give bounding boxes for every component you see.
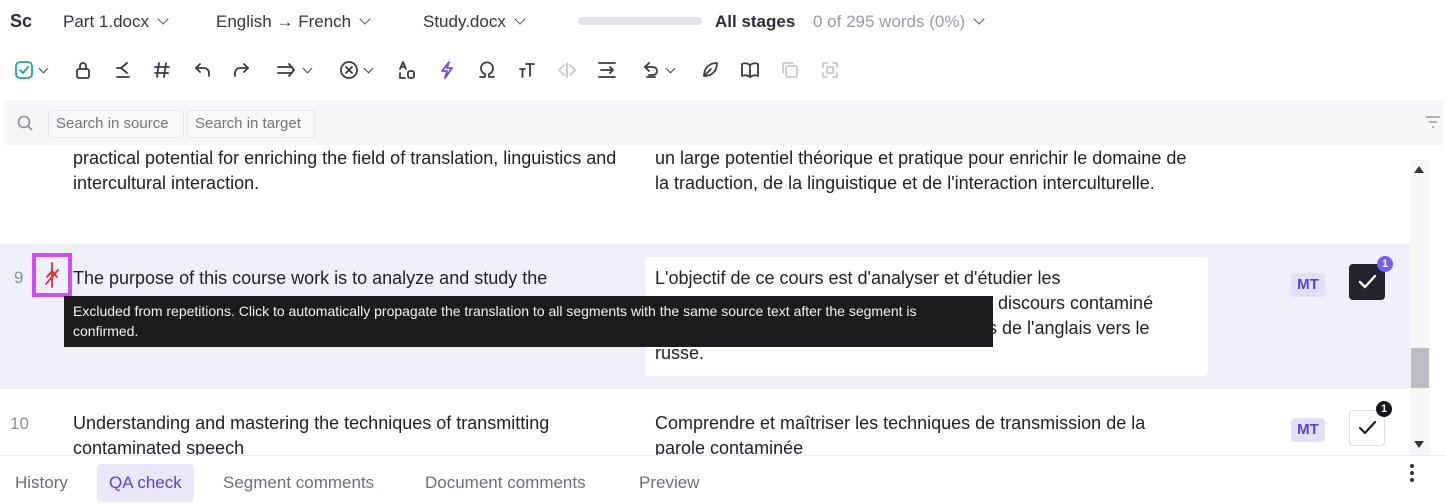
- text-format-icon: [519, 63, 535, 78]
- confirm-button[interactable]: [10, 56, 50, 84]
- mt-badge: MT: [1291, 418, 1325, 442]
- clear-icon: [339, 61, 358, 79]
- confirm-icon: [14, 61, 33, 79]
- mt-badge: MT: [1291, 273, 1325, 297]
- copy-button[interactable]: [779, 56, 801, 84]
- tab-document-comments[interactable]: Document comments: [413, 464, 598, 502]
- scrollbar[interactable]: [1410, 160, 1430, 455]
- revert-icon: [643, 62, 658, 78]
- navigate-next-icon: [276, 63, 295, 77]
- comment-count-badge: 1: [1377, 256, 1393, 272]
- scroll-up-arrow-icon[interactable]: [1414, 166, 1424, 173]
- tags-button[interactable]: [151, 56, 173, 84]
- tab-history[interactable]: History: [3, 464, 80, 502]
- stages-label[interactable]: All stages: [715, 10, 795, 34]
- segment-number: 9: [14, 268, 24, 287]
- navigate-next-button[interactable]: [272, 56, 314, 84]
- code-tags-icon: [558, 62, 576, 78]
- spellcheck-icon: [703, 62, 718, 77]
- scrollbar-thumb[interactable]: [1411, 348, 1429, 388]
- segment-source[interactable]: The purpose of this course work is to an…: [73, 266, 633, 291]
- revert-button[interactable]: [636, 56, 678, 84]
- chevron-down-icon: [38, 63, 48, 73]
- redo-icon: [234, 63, 249, 77]
- comment-count-badge: 1: [1376, 401, 1392, 417]
- lock-button[interactable]: [72, 56, 94, 84]
- clear-button[interactable]: [335, 56, 375, 84]
- copy-source-icon: [116, 62, 130, 78]
- file-dropdown-label: Part 1.docx: [63, 12, 149, 31]
- project-dropdown[interactable]: Study.docx: [423, 10, 526, 34]
- chevron-down-icon: [973, 13, 985, 25]
- copy-icon: [782, 62, 798, 78]
- segment-number: 10: [10, 414, 29, 433]
- spellcheck-button[interactable]: [699, 56, 721, 84]
- special-characters-button[interactable]: [476, 56, 498, 84]
- pretranslate-button[interactable]: [436, 56, 458, 84]
- progress-bar: [578, 17, 702, 25]
- words-status-dropdown[interactable]: 0 of 295 words (0%): [813, 10, 985, 34]
- chevron-down-icon: [359, 13, 371, 25]
- search-target-input[interactable]: [187, 110, 315, 138]
- app-logo[interactable]: Sc: [10, 11, 32, 31]
- glossary-icon: [741, 62, 759, 78]
- change-case-icon: [399, 61, 415, 79]
- repetition-toggle-button[interactable]: [32, 253, 72, 297]
- tab-qa-check[interactable]: QA check: [97, 464, 194, 502]
- language-dropdown[interactable]: English → French: [216, 10, 371, 34]
- search-icon: [17, 115, 33, 131]
- copy-source-button[interactable]: [112, 56, 134, 84]
- join-segments-icon: [598, 62, 616, 78]
- undo-button[interactable]: [191, 56, 213, 84]
- pretranslate-icon: [441, 61, 453, 79]
- code-tags-button[interactable]: [556, 56, 578, 84]
- segment-target[interactable]: un large potentiel théorique et pratique…: [655, 146, 1200, 196]
- tab-segment-comments[interactable]: Segment comments: [211, 464, 386, 502]
- top-bar: Sc Part 1.docx English → French Study.do…: [0, 0, 1446, 44]
- checkmark-icon: [1358, 420, 1377, 435]
- chevron-down-icon: [157, 13, 169, 25]
- lock-icon: [76, 62, 90, 79]
- words-status: 0 of 295 words (0%): [813, 12, 966, 31]
- chevron-down-icon: [363, 63, 373, 73]
- chevron-down-icon: [514, 13, 526, 25]
- change-case-button[interactable]: [396, 56, 418, 84]
- glossary-button[interactable]: [739, 56, 761, 84]
- chevron-down-icon: [665, 63, 675, 73]
- language-dropdown-label: English → French: [216, 12, 352, 31]
- redo-button[interactable]: [231, 56, 253, 84]
- project-dropdown-label: Study.docx: [423, 12, 506, 31]
- more-options-icon[interactable]: [1409, 464, 1415, 484]
- tooltip: Excluded from repetitions. Click to auto…: [64, 296, 993, 347]
- search-source-input[interactable]: [48, 110, 184, 138]
- special-characters-icon: [479, 61, 495, 78]
- split-icon: [822, 62, 838, 78]
- segment-source[interactable]: practical potential for enriching the fi…: [73, 146, 633, 196]
- undo-icon: [195, 63, 210, 77]
- segment-source[interactable]: Understanding and mastering the techniqu…: [73, 411, 633, 455]
- file-dropdown[interactable]: Part 1.docx: [63, 10, 169, 34]
- repetition-excluded-icon: [45, 262, 59, 288]
- text-format-button[interactable]: [516, 56, 538, 84]
- scroll-down-arrow-icon[interactable]: [1414, 441, 1424, 448]
- join-segments-button[interactable]: [596, 56, 618, 84]
- filter-icon[interactable]: [1425, 115, 1441, 129]
- segment-target[interactable]: Comprendre et maîtriser les techniques d…: [655, 411, 1200, 455]
- target-line: L'objectif de ce cours est d'analyser et…: [655, 268, 1061, 288]
- split-button[interactable]: [819, 56, 841, 84]
- tab-preview[interactable]: Preview: [627, 464, 711, 502]
- tags-icon: [154, 62, 170, 78]
- chevron-down-icon: [302, 63, 312, 73]
